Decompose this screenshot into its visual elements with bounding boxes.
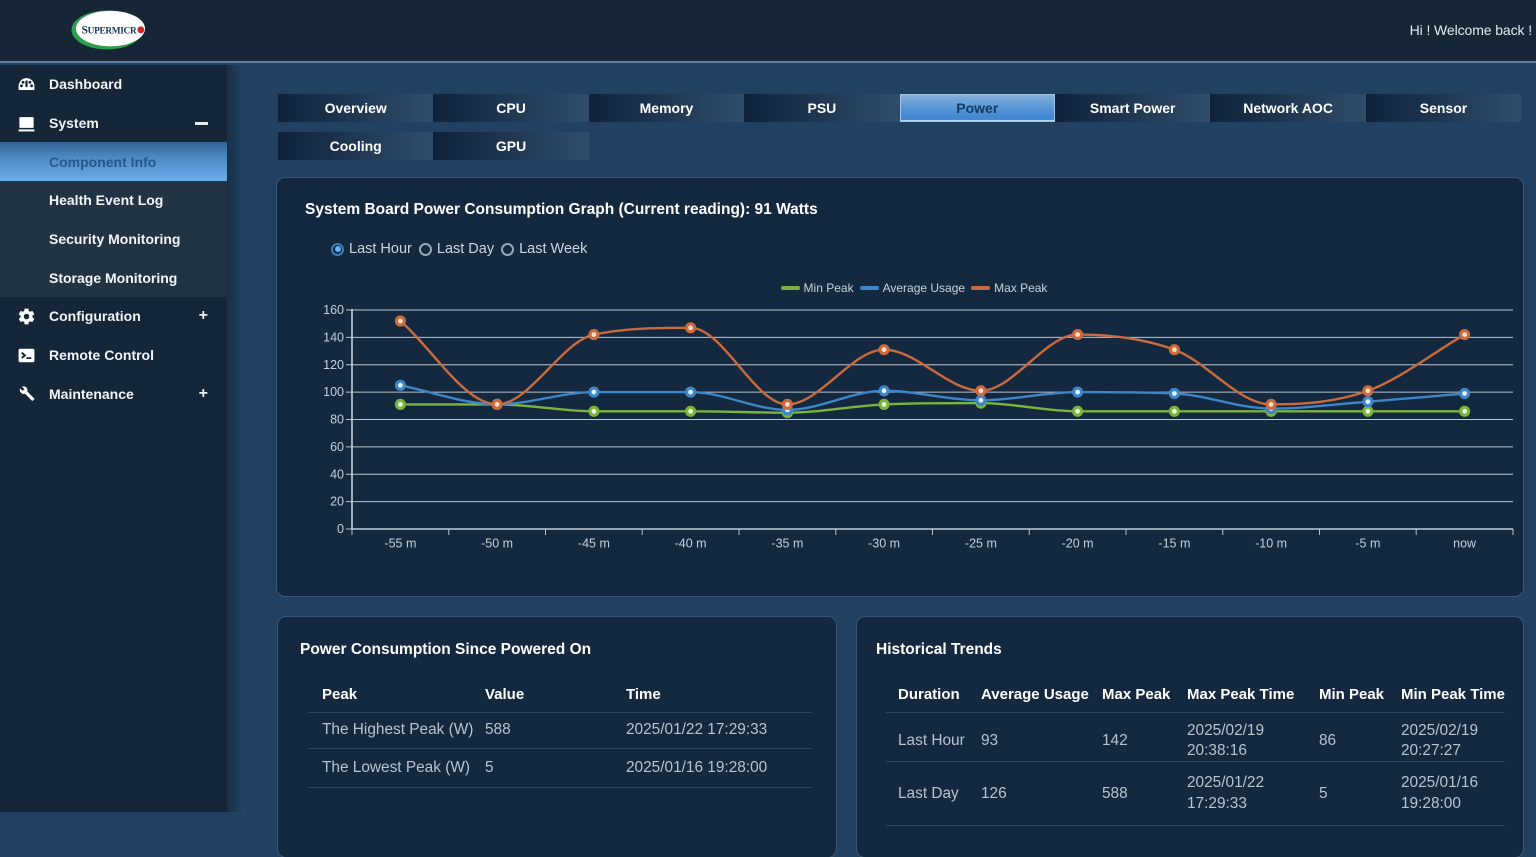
svg-text:now: now — [1453, 537, 1477, 551]
svg-text:60: 60 — [330, 440, 344, 454]
svg-text:140: 140 — [323, 330, 344, 344]
svg-text:160: 160 — [323, 303, 344, 317]
svg-text:-55 m: -55 m — [384, 537, 416, 551]
svg-text:-25 m: -25 m — [965, 537, 997, 551]
svg-text:-5 m: -5 m — [1355, 537, 1380, 551]
svg-text:20: 20 — [330, 495, 344, 509]
svg-text:-45 m: -45 m — [578, 537, 610, 551]
svg-text:-10 m: -10 m — [1255, 537, 1287, 551]
svg-text:0: 0 — [337, 522, 344, 536]
svg-text:-15 m: -15 m — [1158, 537, 1190, 551]
svg-text:-50 m: -50 m — [481, 537, 513, 551]
svg-text:120: 120 — [323, 358, 344, 372]
svg-text:-40 m: -40 m — [675, 537, 707, 551]
svg-text:-30 m: -30 m — [868, 537, 900, 551]
svg-text:-35 m: -35 m — [771, 537, 803, 551]
svg-text:-20 m: -20 m — [1062, 537, 1094, 551]
svg-text:80: 80 — [330, 413, 344, 427]
svg-text:100: 100 — [323, 385, 344, 399]
svg-text:40: 40 — [330, 467, 344, 481]
